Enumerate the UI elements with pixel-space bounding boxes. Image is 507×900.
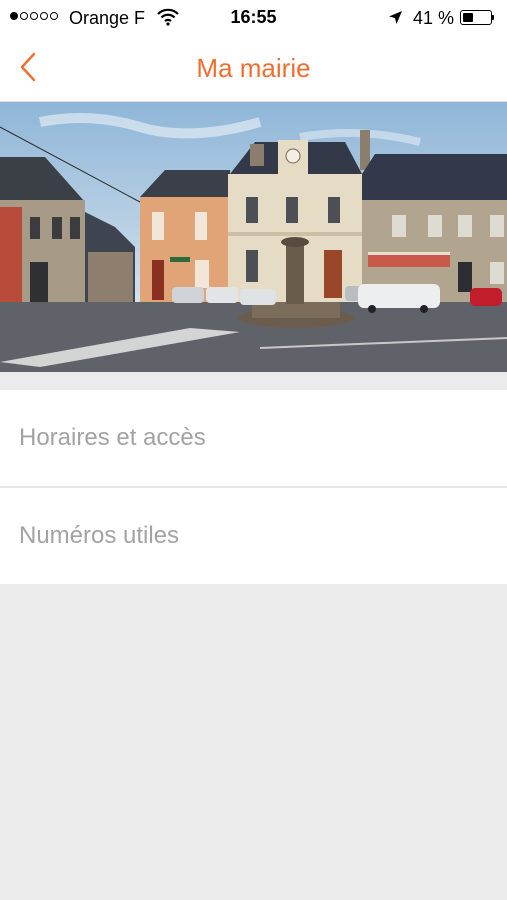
battery-tip (492, 15, 494, 20)
back-button[interactable] (0, 36, 56, 102)
list-item-horaires[interactable]: Horaires et accès (0, 390, 507, 486)
battery-icon (460, 10, 492, 25)
menu-list: Horaires et accès Numéros utiles (0, 390, 507, 584)
battery-percentage: 41 % (413, 8, 455, 28)
navigation-bar: Ma mairie (0, 36, 507, 102)
status-bar: Orange F 16:55 41 % (0, 0, 507, 36)
list-item-label: Horaires et accès (19, 424, 206, 451)
location-arrow-icon (388, 10, 403, 30)
list-item-numeros[interactable]: Numéros utiles (0, 488, 507, 584)
chevron-left-icon (19, 52, 37, 87)
battery-level-fill (463, 13, 474, 22)
town-hall-photo (0, 102, 507, 372)
list-item-label: Numéros utiles (19, 522, 180, 549)
page-title: Ma mairie (196, 53, 311, 83)
